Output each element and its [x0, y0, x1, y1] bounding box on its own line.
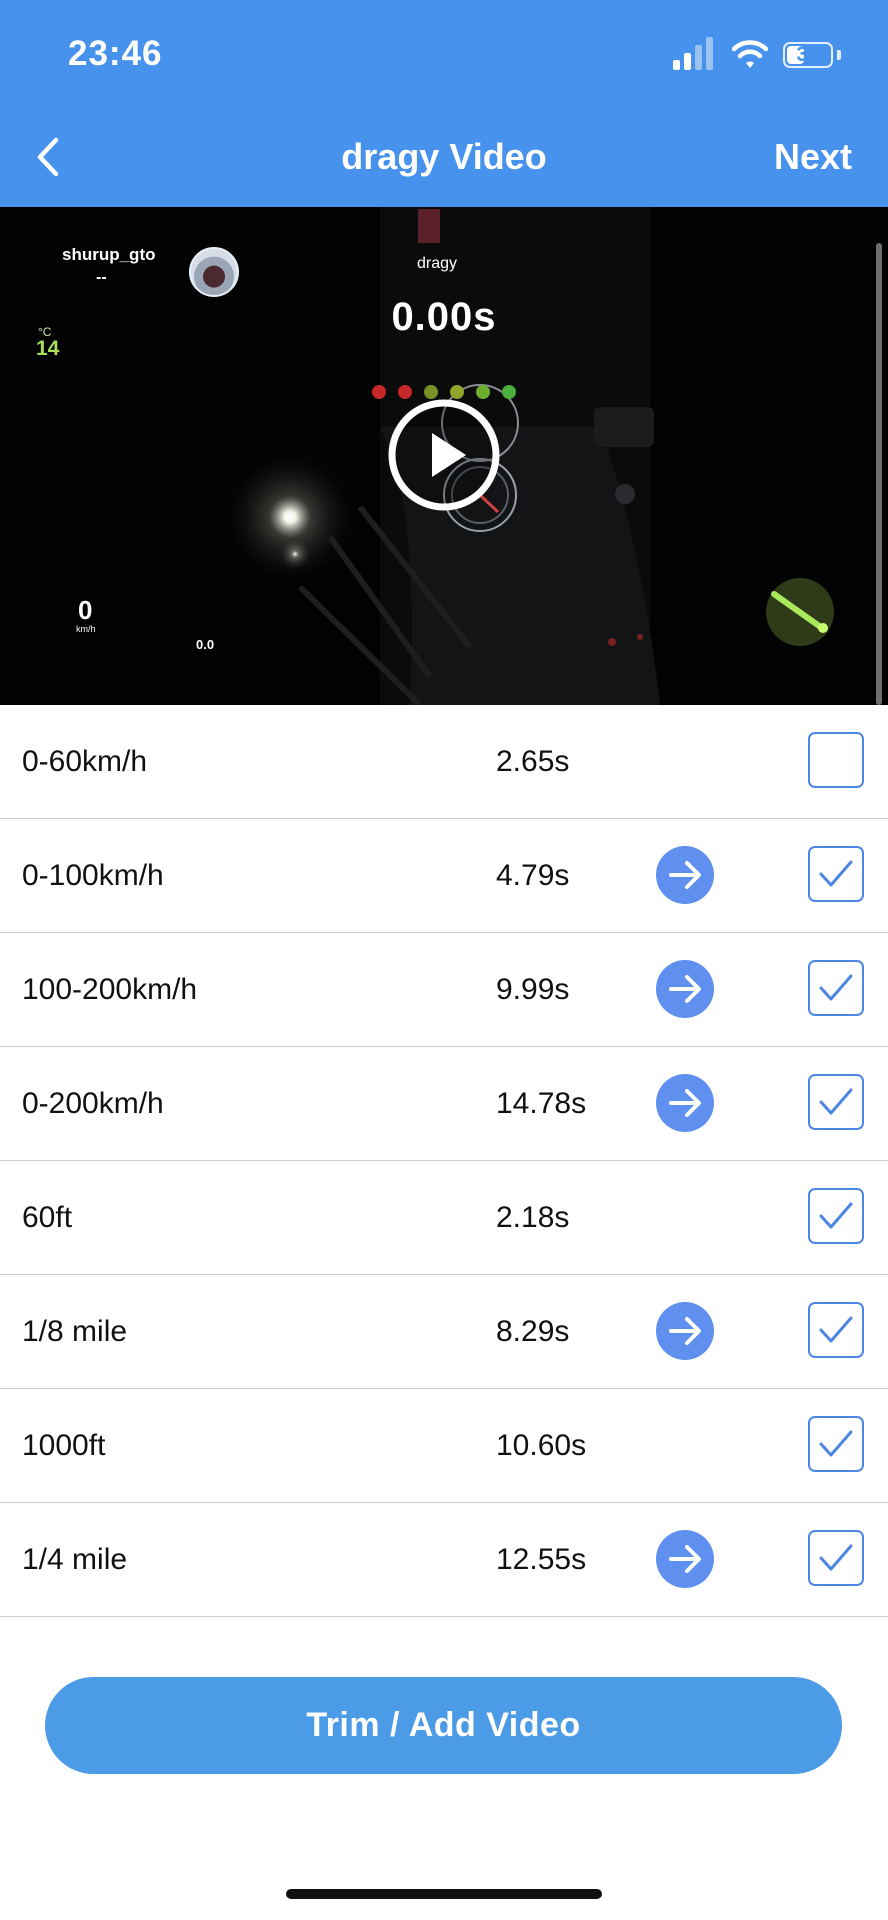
result-label: 1/8 mile	[22, 1315, 128, 1348]
next-button[interactable]: Next	[774, 136, 852, 178]
checkmark-icon	[819, 1316, 853, 1343]
page-title: dragy Video	[341, 136, 547, 177]
arrow-right-icon[interactable]	[656, 1302, 714, 1360]
status-icons: 38	[648, 36, 848, 76]
result-time: 8.29s	[496, 1315, 570, 1348]
result-checkbox[interactable]	[808, 846, 864, 902]
result-label: 0-60km/h	[22, 745, 148, 778]
checkmark-icon	[819, 1430, 853, 1457]
result-row: 1000ft 10.60s	[0, 1389, 888, 1503]
overlay-speed: 0	[78, 595, 93, 625]
result-row: 100-200km/h 9.99s	[0, 933, 888, 1047]
battery-cap	[837, 50, 841, 60]
start-light	[372, 385, 386, 399]
checkmark-icon	[819, 1544, 853, 1571]
result-time: 2.65s	[496, 745, 570, 778]
arrow-right-icon[interactable]	[656, 960, 714, 1018]
checkmark-icon	[819, 1202, 853, 1229]
result-time: 10.60s	[496, 1429, 587, 1462]
result-row: 60ft 2.18s	[0, 1161, 888, 1275]
home-indicator[interactable]	[286, 1889, 602, 1899]
result-label: 0-100km/h	[22, 859, 164, 892]
result-time: 4.79s	[496, 859, 570, 892]
result-label: 100-200km/h	[22, 973, 198, 1006]
result-row: 0-60km/h 2.65s	[0, 705, 888, 819]
result-label: 0-200km/h	[22, 1087, 164, 1120]
result-time: 12.55s	[496, 1543, 587, 1576]
g-meter-icon	[766, 578, 834, 646]
battery-level: 38	[796, 43, 820, 66]
result-label: 1/4 mile	[22, 1543, 128, 1576]
overlay-brand: dragy	[416, 255, 458, 272]
checkmark-icon	[819, 974, 853, 1001]
result-checkbox[interactable]	[808, 1302, 864, 1358]
overlay-distance: 0.0	[196, 637, 215, 652]
cellular-signal-icon	[673, 37, 713, 70]
result-time: 9.99s	[496, 973, 570, 1006]
app-header: 23:46 38 dragy Video Next	[0, 0, 888, 207]
overlay-temperature: 14	[36, 337, 60, 360]
result-label: 60ft	[22, 1201, 73, 1234]
checkmark-icon	[819, 860, 853, 887]
result-checkbox[interactable]	[808, 732, 864, 788]
result-checkbox[interactable]	[808, 1416, 864, 1472]
arrow-right-icon[interactable]	[656, 846, 714, 904]
start-light	[502, 385, 516, 399]
result-label: 1000ft	[22, 1429, 106, 1462]
result-checkbox[interactable]	[808, 1074, 864, 1130]
result-checkbox[interactable]	[808, 1188, 864, 1244]
result-checkbox[interactable]	[808, 1530, 864, 1586]
checkmark-icon	[819, 1088, 853, 1115]
trim-add-video-button[interactable]: Trim / Add Video	[45, 1677, 842, 1774]
overlay-speed-unit: km/h	[76, 624, 96, 634]
wifi-icon	[732, 40, 768, 68]
status-time: 23:46	[68, 34, 163, 73]
arrow-right-icon[interactable]	[656, 1074, 714, 1132]
results-list: 0-60km/h 2.65s 0-100km/h 4.79s 100-200km/h 9.…	[0, 705, 888, 1617]
video-preview[interactable]: shurup_gto -- dragy 0.00s °C 14 0 km/h 0…	[0, 207, 888, 705]
overlay-timer: 0.00s	[391, 295, 497, 339]
result-row: 1/8 mile 8.29s	[0, 1275, 888, 1389]
result-row: 1/4 mile 12.55s	[0, 1503, 888, 1617]
result-time: 2.18s	[496, 1201, 570, 1234]
arrow-right-icon[interactable]	[656, 1530, 714, 1588]
result-checkbox[interactable]	[808, 960, 864, 1016]
battery-icon: 38	[783, 42, 833, 68]
play-icon[interactable]	[386, 397, 502, 513]
result-row: 0-200km/h 14.78s	[0, 1047, 888, 1161]
result-row: 0-100km/h 4.79s	[0, 819, 888, 933]
result-time: 14.78s	[496, 1087, 587, 1120]
